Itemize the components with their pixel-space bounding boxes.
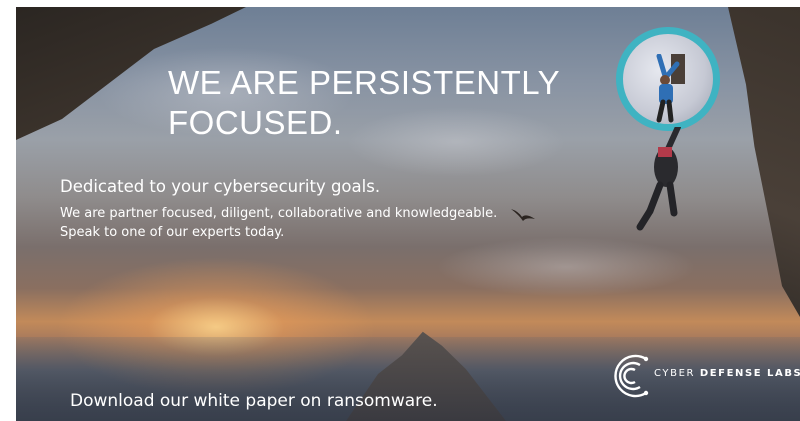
climber-photo (656, 54, 685, 123)
logo-word-defense: DEFENSE (699, 368, 763, 379)
cyber-defense-labs-logo-icon (614, 354, 649, 398)
logo-word-labs: LABS (767, 368, 800, 379)
cyber-defense-labs-logo[interactable]: CYBER DEFENSE LABS (608, 351, 800, 401)
bird-icon (511, 209, 535, 221)
climber-figure (636, 127, 681, 231)
logo-wordmark: CYBER DEFENSE LABS (654, 368, 800, 379)
headline: WE ARE PERSISTENTLY FOCUSED. (168, 64, 560, 141)
cloud (436, 237, 696, 297)
climber-photo-circle (616, 27, 720, 131)
subheading: Dedicated to your cybersecurity goals. (60, 177, 381, 196)
cta-link[interactable]: Download our white paper on ransomware. (70, 391, 438, 411)
logo-word-cyber: CYBER (654, 368, 696, 379)
body-text: We are partner focused, diligent, collab… (60, 206, 498, 240)
ad-banner[interactable]: WE ARE PERSISTENTLY FOCUSED. Dedicated t… (16, 7, 800, 421)
